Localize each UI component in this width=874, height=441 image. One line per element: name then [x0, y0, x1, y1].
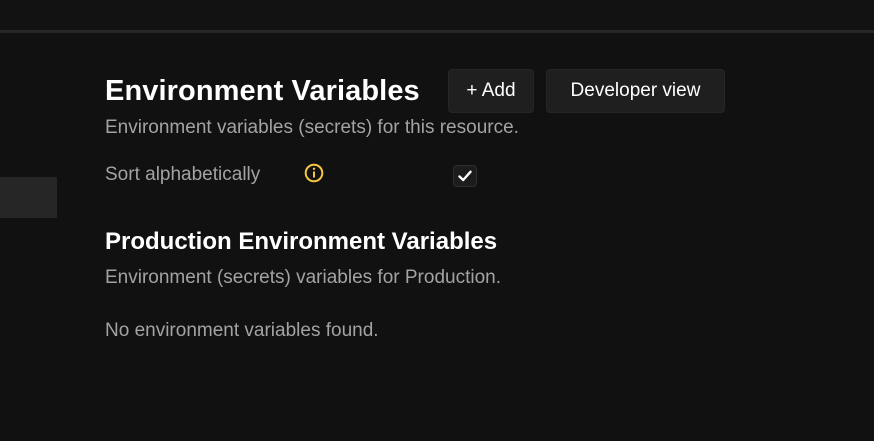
empty-state-message: No environment variables found.	[105, 320, 379, 341]
sort-alphabetically-checkbox[interactable]	[453, 165, 477, 187]
sidebar-item-active[interactable]	[0, 177, 57, 218]
page-title: Environment Variables	[105, 75, 420, 107]
sort-alphabetically-label: Sort alphabetically	[105, 164, 261, 185]
developer-view-button[interactable]: Developer view	[546, 69, 725, 113]
info-icon[interactable]	[304, 163, 324, 183]
add-variable-button[interactable]: + Add	[448, 69, 534, 113]
check-icon	[458, 170, 472, 182]
page-subtitle: Environment variables (secrets) for this…	[105, 117, 519, 138]
production-section-title: Production Environment Variables	[105, 228, 498, 255]
production-section-subtitle: Environment (secrets) variables for Prod…	[105, 267, 501, 288]
top-bar	[0, 0, 874, 33]
